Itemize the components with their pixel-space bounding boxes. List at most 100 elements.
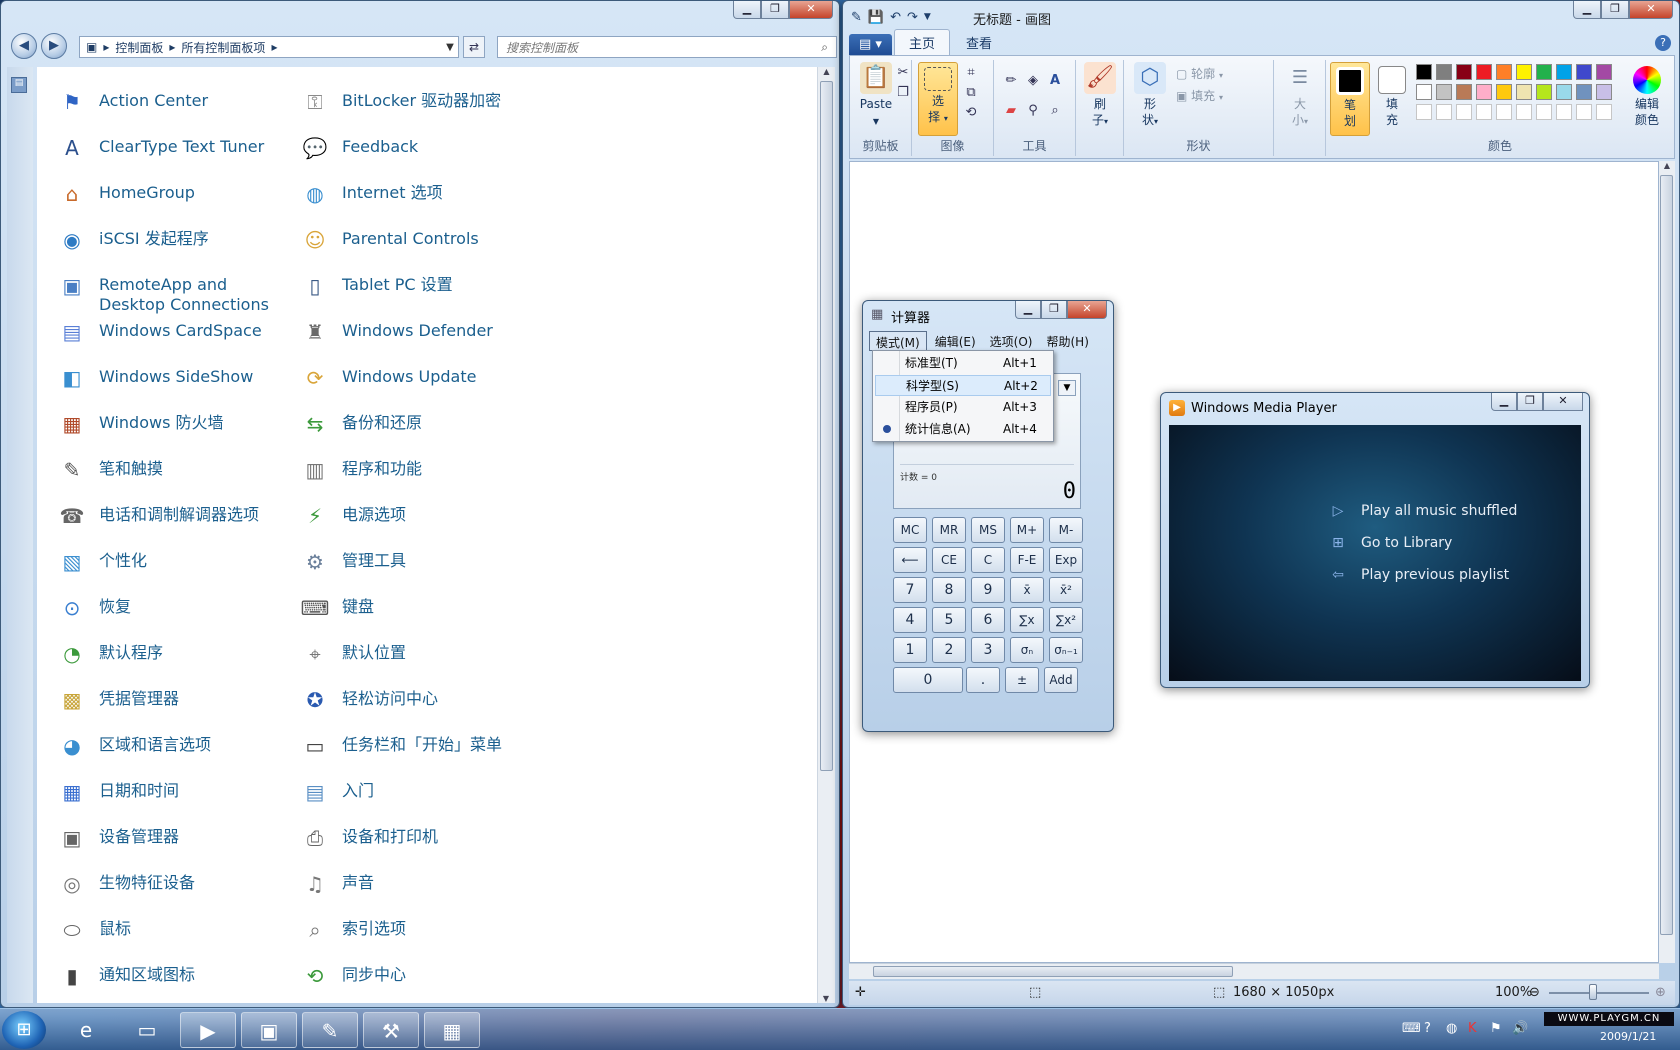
- cp-item[interactable]: ⚑ Action Center: [55, 85, 298, 131]
- calc-key[interactable]: .: [966, 667, 1000, 693]
- cp-item[interactable]: ⎙ 设备和打印机: [298, 821, 541, 867]
- mode-menu-item[interactable]: 程序员(P) Alt+3: [875, 397, 1051, 418]
- wmp-link[interactable]: ▷ Play all music shuffled: [1329, 503, 1518, 519]
- palette-color[interactable]: [1576, 84, 1592, 100]
- close-button[interactable]: ✕: [1543, 393, 1583, 411]
- palette-color[interactable]: [1436, 64, 1452, 80]
- palette-color[interactable]: [1416, 64, 1432, 80]
- wmp-link[interactable]: ⇦ Play previous playlist: [1329, 567, 1509, 583]
- palette-custom-slot[interactable]: [1476, 104, 1492, 120]
- search-input[interactable]: 搜索控制面板 ⌕: [497, 36, 837, 58]
- paint-app-icon[interactable]: ✎: [851, 10, 862, 25]
- cp-item[interactable]: ◍ Internet 选项: [298, 177, 541, 223]
- cp-item[interactable]: ◕ 区域和语言选项: [55, 729, 298, 775]
- minimize-button[interactable]: ▁: [1573, 1, 1601, 19]
- pencil-icon[interactable]: ✏: [1002, 72, 1020, 90]
- calc-key[interactable]: CE: [932, 547, 966, 573]
- paint-vscroll-thumb[interactable]: [1660, 175, 1673, 935]
- calc-key[interactable]: ⟵: [893, 547, 927, 573]
- palette-color[interactable]: [1456, 64, 1472, 80]
- calc-key[interactable]: MC: [893, 517, 927, 543]
- cp-item[interactable]: A ClearType Text Tuner: [55, 131, 298, 177]
- clock-date[interactable]: 2009/1/21: [1600, 1030, 1656, 1043]
- cp-item[interactable]: ◉ iSCSI 发起程序: [55, 223, 298, 269]
- cp-item[interactable]: ▩ 凭据管理器: [55, 683, 298, 729]
- palette-custom-slot[interactable]: [1436, 104, 1452, 120]
- cp-item[interactable]: ▥ 程序和功能: [298, 453, 541, 499]
- cp-item[interactable]: ⊙ 恢复: [55, 591, 298, 637]
- cp-item[interactable]: ◔ 默认程序: [55, 637, 298, 683]
- calc-key[interactable]: 2: [932, 637, 966, 663]
- fill-bucket-icon[interactable]: ◈: [1024, 72, 1042, 90]
- palette-color[interactable]: [1536, 64, 1552, 80]
- mode-menu-item[interactable]: 标准型(T) Alt+1: [875, 353, 1051, 374]
- color-picker-icon[interactable]: ⚲: [1024, 102, 1042, 120]
- calc-key[interactable]: 0: [893, 667, 963, 693]
- forward-button[interactable]: ▶: [41, 33, 67, 59]
- cp-scroll-thumb[interactable]: [820, 81, 833, 771]
- help-tray-icon[interactable]: ?: [1424, 1021, 1431, 1036]
- cp-item[interactable]: ♫ 声音: [298, 867, 541, 913]
- size-button[interactable]: ☰ 大小▾: [1280, 62, 1320, 130]
- calc-key[interactable]: F-E: [1010, 547, 1044, 573]
- shapes-button[interactable]: ⬡ 形状▾: [1130, 62, 1170, 130]
- cp-item[interactable]: ⌖ 默认位置: [298, 637, 541, 683]
- redo-icon[interactable]: ↷: [907, 10, 918, 25]
- start-button[interactable]: ⊞: [2, 1011, 46, 1049]
- menu-help[interactable]: 帮助(H): [1040, 331, 1094, 351]
- palette-color[interactable]: [1556, 84, 1572, 100]
- cp-item[interactable]: ⌂ HomeGroup: [55, 177, 298, 223]
- calc-key[interactable]: 9: [971, 577, 1005, 603]
- breadcrumb-all-items[interactable]: 所有控制面板项: [181, 39, 265, 56]
- cp-item[interactable]: ⬭ 鼠标: [55, 913, 298, 959]
- minimize-button[interactable]: ▁: [733, 1, 761, 19]
- cp-item[interactable]: ✪ 轻松访问中心: [298, 683, 541, 729]
- close-button[interactable]: ✕: [1629, 1, 1673, 19]
- breadcrumb-control-panel[interactable]: 控制面板: [115, 39, 163, 56]
- zoom-out-icon[interactable]: ⊖: [1529, 985, 1540, 1000]
- palette-custom-slot[interactable]: [1596, 104, 1612, 120]
- help-icon[interactable]: ?: [1655, 35, 1671, 51]
- select-button[interactable]: 选择 ▾: [918, 62, 958, 136]
- calc-key[interactable]: 4: [893, 607, 927, 633]
- taskbar-app[interactable]: ▶: [180, 1012, 236, 1048]
- menu-options[interactable]: 选项(O): [984, 331, 1039, 351]
- tab-home[interactable]: 主页: [893, 29, 950, 55]
- display-dropdown-icon[interactable]: ▼: [1058, 380, 1076, 396]
- calc-key[interactable]: 5: [932, 607, 966, 633]
- antivirus-tray-icon[interactable]: K: [1468, 1021, 1477, 1036]
- cp-item[interactable]: ▦ Windows 防火墙: [55, 407, 298, 453]
- keyboard-tray-icon[interactable]: ⌨: [1402, 1021, 1421, 1036]
- calc-key[interactable]: ±: [1005, 667, 1039, 693]
- calc-key[interactable]: σₙ: [1010, 637, 1044, 663]
- calc-key[interactable]: σₙ₋₁: [1049, 637, 1083, 663]
- calc-key[interactable]: Exp: [1049, 547, 1083, 573]
- calc-key[interactable]: x̄²: [1049, 577, 1083, 603]
- taskbar-app[interactable]: ▦: [424, 1012, 480, 1048]
- menu-mode[interactable]: 模式(M): [869, 331, 927, 351]
- palette-color[interactable]: [1596, 84, 1612, 100]
- palette-color[interactable]: [1456, 84, 1472, 100]
- calc-key[interactable]: 6: [971, 607, 1005, 633]
- palette-color[interactable]: [1436, 84, 1452, 100]
- cp-item[interactable]: ▧ 个性化: [55, 545, 298, 591]
- rotate-icon[interactable]: ⟲: [962, 104, 980, 122]
- taskbar-app[interactable]: e: [58, 1012, 114, 1048]
- calc-key[interactable]: ∑x: [1010, 607, 1044, 633]
- eraser-icon[interactable]: ▰: [1002, 102, 1020, 120]
- zoom-slider-thumb[interactable]: [1589, 984, 1597, 1000]
- volume-tray-icon[interactable]: 🔊: [1512, 1021, 1528, 1036]
- palette-color[interactable]: [1476, 64, 1492, 80]
- palette-custom-slot[interactable]: [1456, 104, 1472, 120]
- tab-view[interactable]: 查看: [952, 30, 1006, 55]
- minimize-button[interactable]: ▁: [1491, 393, 1517, 411]
- palette-color[interactable]: [1416, 84, 1432, 100]
- outline-button[interactable]: ▢ 轮廓 ▾: [1176, 66, 1223, 84]
- palette-custom-slot[interactable]: [1416, 104, 1432, 120]
- network-tray-icon[interactable]: ◍: [1446, 1021, 1457, 1036]
- cp-item[interactable]: ☺ Parental Controls: [298, 223, 541, 269]
- palette-color[interactable]: [1536, 84, 1552, 100]
- cp-item[interactable]: ▣ RemoteApp and Desktop Connections: [55, 269, 298, 315]
- cp-item[interactable]: ⌨ 键盘: [298, 591, 541, 637]
- cp-item[interactable]: ▤ 入门: [298, 775, 541, 821]
